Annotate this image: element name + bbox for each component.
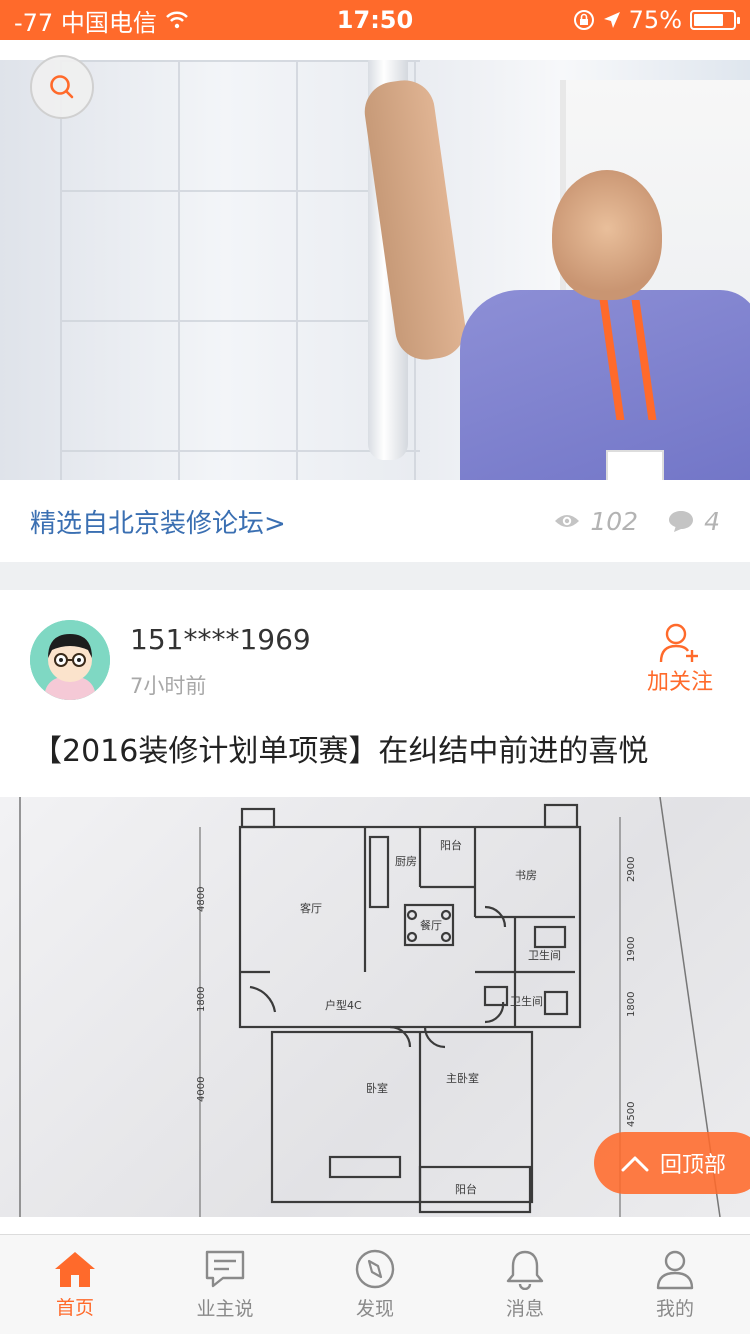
carrier-label: -77 中国电信 <box>14 8 157 37</box>
fp-bathroom-2: 卫生间 <box>510 994 543 1008</box>
tab-owners-say[interactable]: 业主说 <box>150 1235 300 1334</box>
location-arrow-icon <box>603 12 620 28</box>
compass-icon <box>355 1249 395 1289</box>
fp-dim-1900: 1900 <box>626 937 637 962</box>
fp-bathroom-1: 卫生间 <box>528 948 561 962</box>
tab-bar: 首页 业主说 发现 消息 我的 <box>0 1234 750 1334</box>
status-bar: -77 中国电信 17:50 75% <box>0 0 750 40</box>
add-user-icon <box>659 623 698 663</box>
battery-icon <box>690 10 740 30</box>
fp-dim-4800: 4800 <box>196 887 207 912</box>
fp-dim-2900: 2900 <box>626 857 637 882</box>
fp-master-bedroom: 主卧室 <box>446 1071 479 1085</box>
post-time: 7小时前 <box>130 674 207 698</box>
section-divider <box>0 562 750 590</box>
fp-balcony-bottom: 阳台 <box>455 1182 477 1196</box>
person-icon <box>656 1250 694 1290</box>
comment-count: 4 <box>668 507 720 536</box>
post-photo-1[interactable] <box>0 60 750 480</box>
fp-dim-4500: 4500 <box>626 1102 637 1127</box>
tab-mine[interactable]: 我的 <box>600 1235 750 1334</box>
avatar[interactable] <box>30 620 110 700</box>
source-forum-link[interactable]: 精选自北京装修论坛> <box>30 503 286 540</box>
follow-button[interactable]: 加关注 <box>640 622 720 702</box>
chevron-up-icon <box>621 1156 649 1172</box>
post-header: 151****1969 7小时前 加关注 <box>0 590 750 718</box>
fp-dim-1800-left: 1800 <box>196 987 207 1012</box>
back-to-top-button[interactable]: 回顶部 <box>594 1132 750 1194</box>
back-to-top-label: 回顶部 <box>660 1153 727 1178</box>
badge-card <box>606 450 664 480</box>
person-head <box>552 170 662 300</box>
post-stats: 102 4 <box>554 507 720 536</box>
fp-dim-1800-right: 1800 <box>626 992 637 1017</box>
username[interactable]: 151****1969 <box>130 623 311 656</box>
fp-balcony-top: 阳台 <box>440 838 462 852</box>
bell-icon <box>506 1250 544 1290</box>
source-bar: 精选自北京装修论坛> 102 4 <box>0 480 750 562</box>
fp-study: 书房 <box>515 869 537 882</box>
view-count-value: 102 <box>590 506 639 536</box>
rotation-lock-icon <box>573 10 594 30</box>
search-button[interactable] <box>30 55 94 119</box>
avatar-cartoon-icon <box>30 620 110 700</box>
tab-discover[interactable]: 发现 <box>300 1235 450 1334</box>
wifi-icon <box>165 11 188 29</box>
view-count: 102 <box>554 507 638 536</box>
status-right: 75% <box>573 6 740 34</box>
fp-living-room: 客厅 <box>300 901 322 915</box>
home-icon <box>55 1252 95 1287</box>
battery-fill <box>694 14 723 26</box>
post-title[interactable]: 【2016装修计划单项赛】在纠结中前进的喜悦 <box>32 726 722 778</box>
tab-discover-label: 发现 <box>355 1298 394 1320</box>
tab-messages-label: 消息 <box>505 1298 544 1320</box>
fp-unit-type: 户型4C <box>325 998 362 1012</box>
fp-kitchen: 厨房 <box>395 855 417 868</box>
tab-messages[interactable]: 消息 <box>450 1235 600 1334</box>
status-left: -77 中国电信 <box>14 3 189 38</box>
tab-owners-say-label: 业主说 <box>196 1298 254 1320</box>
tab-home-label: 首页 <box>55 1297 94 1319</box>
search-icon <box>50 75 74 99</box>
eye-icon <box>555 515 580 527</box>
follow-label: 加关注 <box>646 670 713 695</box>
battery-percent: 75% <box>628 6 682 34</box>
fp-bedroom: 卧室 <box>366 1081 388 1095</box>
chat-icon <box>205 1250 245 1288</box>
fp-dining: 餐厅 <box>420 918 442 932</box>
comment-bubble-icon <box>669 511 694 532</box>
fp-dim-4000: 4000 <box>196 1077 207 1102</box>
tab-mine-label: 我的 <box>655 1298 694 1320</box>
comment-count-value: 4 <box>704 506 720 536</box>
tab-home[interactable]: 首页 <box>0 1235 150 1334</box>
